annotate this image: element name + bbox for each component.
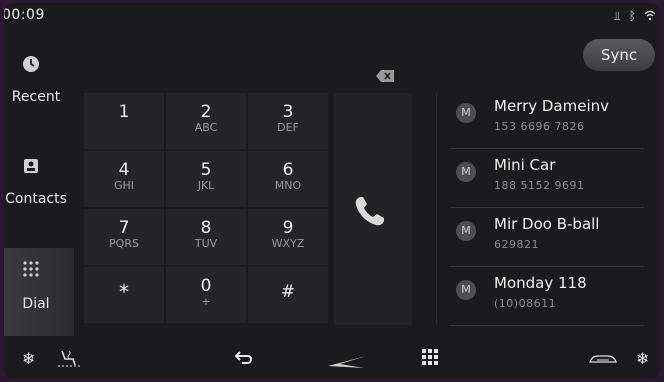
sync-button[interactable]: Sync: [583, 39, 655, 71]
fan-icon[interactable]: ❄: [636, 349, 649, 368]
keypad-icon: [22, 260, 40, 278]
wifi-icon: [644, 9, 656, 24]
badge-m: M: [456, 162, 476, 182]
key-7[interactable]: 7 PQRS: [84, 209, 164, 265]
key-9[interactable]: 9 WXYZ: [248, 209, 328, 265]
key-4[interactable]: 4 GHI: [84, 151, 164, 207]
key-8[interactable]: 8 TUV: [166, 209, 246, 265]
sidebar-item-label: Dial: [22, 296, 50, 312]
sidebar-item-contacts[interactable]: Contacts: [4, 145, 74, 235]
badge-m: M: [456, 280, 476, 300]
sidebar: Recent Contacts Dial: [4, 43, 74, 336]
list-item[interactable]: M Mini Car 188 5152 9691: [450, 152, 644, 208]
bottom-bar: ❄ ❄: [4, 343, 660, 379]
clock-icon: [22, 55, 40, 73]
bluetooth-icon: ᛒ: [628, 9, 636, 23]
key-0[interactable]: 0 +: [166, 267, 246, 323]
contact-name: Mir Doo B-ball: [494, 215, 600, 233]
contact-name: Merry Dameinv: [494, 97, 610, 115]
key-2[interactable]: 2 ABC: [166, 93, 246, 149]
contact-number: 153 6696 7826: [494, 120, 585, 133]
key-hash[interactable]: #: [248, 267, 328, 323]
sidebar-item-label: Contacts: [5, 191, 67, 207]
key-6[interactable]: 6 MNO: [248, 151, 328, 207]
key-1[interactable]: 1: [84, 93, 164, 149]
contact-number: (10)08611: [494, 297, 557, 310]
fan-icon[interactable]: ❄: [22, 349, 35, 368]
divider: [436, 93, 437, 325]
dial-keypad: 1 2 ABC 3 DEF 4 GHI 5 JKL 6 MNO 7 PQRS 8 TUV 9W…: [84, 93, 334, 325]
contact-name: Mini Car: [494, 156, 556, 174]
contact-number: 629821: [494, 238, 539, 251]
contact-number: 188 5152 9691: [494, 179, 585, 192]
list-item[interactable]: M Mir Doo B-ball 629821: [450, 211, 644, 267]
car-air-icon[interactable]: [588, 351, 618, 370]
apps-grid-icon[interactable]: [422, 349, 438, 369]
clock: 00:09: [4, 7, 45, 23]
phone-icon: [352, 193, 388, 233]
sidebar-item-dial[interactable]: Dial: [4, 248, 74, 336]
key-5[interactable]: 5 JKL: [166, 151, 246, 207]
home-logo-icon[interactable]: [328, 353, 368, 372]
back-icon[interactable]: [234, 349, 254, 369]
sidebar-item-label: Recent: [11, 89, 61, 105]
list-item[interactable]: M Merry Dameinv 153 6696 7826: [450, 93, 644, 149]
contact-card-icon: [22, 157, 40, 175]
status-icons: ⫫ ᛒ: [614, 9, 656, 24]
contact-name: Monday 118: [494, 274, 587, 292]
list-item[interactable]: M Monday 118 (10)08611: [450, 270, 644, 326]
call-button[interactable]: [334, 93, 412, 325]
badge-m: M: [456, 103, 476, 123]
key-3[interactable]: 3 DEF: [248, 93, 328, 149]
backspace-icon[interactable]: [376, 67, 394, 82]
sidebar-item-recent[interactable]: Recent: [4, 43, 74, 133]
seat-climate-icon[interactable]: [56, 349, 82, 371]
key-star[interactable]: *: [84, 267, 164, 323]
phone-dial-screen: 00:09 ⫫ ᛒ Recent Contacts Dial Sync 1 2 …: [4, 3, 660, 379]
status-bar: 00:09 ⫫ ᛒ: [4, 3, 660, 27]
usb-icon: ⫫: [614, 9, 621, 23]
badge-m: M: [456, 221, 476, 241]
